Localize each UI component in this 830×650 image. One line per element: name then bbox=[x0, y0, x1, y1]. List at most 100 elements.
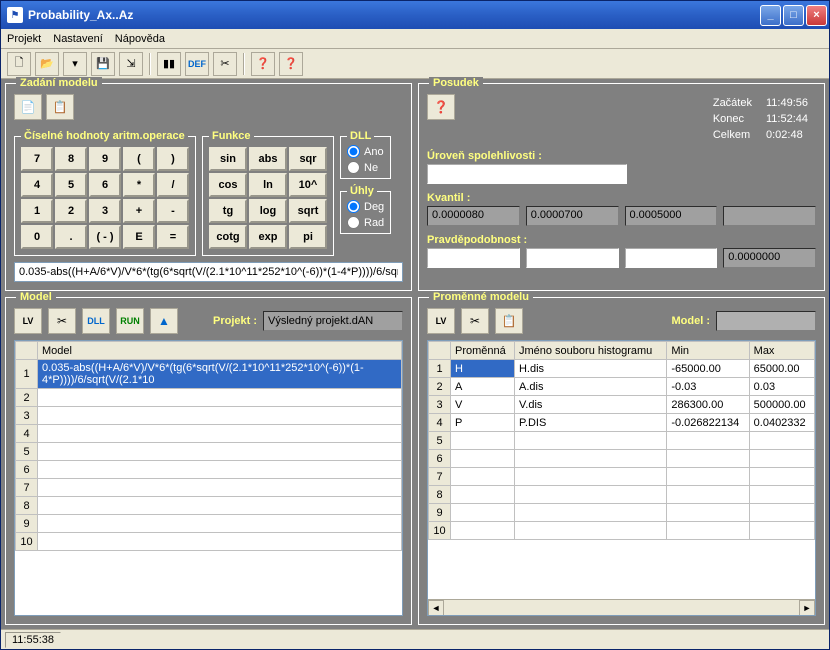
exit-icon[interactable]: ⇲ bbox=[119, 52, 143, 76]
vars-cell[interactable] bbox=[749, 522, 814, 540]
vars-cell[interactable]: 0.03 bbox=[749, 378, 814, 396]
vars-cell[interactable]: 0.0402332 bbox=[749, 414, 814, 432]
pravd-0[interactable] bbox=[427, 248, 520, 268]
vars-cell[interactable]: H.dis bbox=[514, 360, 666, 378]
func-cos[interactable]: cos bbox=[209, 173, 247, 197]
def-button[interactable]: DEF bbox=[185, 52, 209, 76]
vars-cell[interactable] bbox=[451, 504, 515, 522]
key-2[interactable]: 2 bbox=[55, 199, 87, 223]
key-0[interactable]: 0 bbox=[21, 225, 53, 249]
vars-cell[interactable]: A.dis bbox=[514, 378, 666, 396]
key-6[interactable]: 6 bbox=[89, 173, 121, 197]
chart-icon[interactable]: ▮▮ bbox=[157, 52, 181, 76]
table-cell[interactable] bbox=[38, 389, 402, 407]
vars-cell[interactable] bbox=[667, 522, 749, 540]
vars-cell[interactable] bbox=[749, 468, 814, 486]
table-cell[interactable] bbox=[38, 533, 402, 551]
vars-row-3-head[interactable]: 3 bbox=[429, 396, 451, 414]
vars-cell[interactable]: A bbox=[451, 378, 515, 396]
vars-row-4-head[interactable]: 4 bbox=[429, 414, 451, 432]
key-9[interactable]: 9 bbox=[89, 147, 121, 171]
maximize-button[interactable]: □ bbox=[783, 5, 804, 26]
radio-rad[interactable]: Rad bbox=[347, 216, 384, 229]
func-log[interactable]: log bbox=[249, 199, 287, 223]
save-icon[interactable]: 💾 bbox=[91, 52, 115, 76]
vars-cell[interactable] bbox=[667, 450, 749, 468]
row-6-head[interactable]: 6 bbox=[16, 461, 38, 479]
vars-cell[interactable]: 500000.00 bbox=[749, 396, 814, 414]
vars-cell[interactable]: P bbox=[451, 414, 515, 432]
func-tg[interactable]: tg bbox=[209, 199, 247, 223]
dropdown-icon[interactable]: ▾ bbox=[63, 52, 87, 76]
vars-cell[interactable] bbox=[451, 432, 515, 450]
func-10^[interactable]: 10^ bbox=[289, 173, 327, 197]
func-abs[interactable]: abs bbox=[249, 147, 287, 171]
triangle-up-icon[interactable]: ▲ bbox=[150, 308, 178, 334]
vars-cell[interactable] bbox=[451, 522, 515, 540]
lv-button[interactable]: LV bbox=[14, 308, 42, 334]
posudek-help-icon[interactable]: ❓ bbox=[427, 94, 455, 120]
vars-row-5-head[interactable]: 5 bbox=[429, 432, 451, 450]
radio-rad-input[interactable] bbox=[347, 216, 360, 229]
vars-hscroll[interactable]: ◄ ► bbox=[428, 599, 815, 615]
func-ln[interactable]: ln bbox=[249, 173, 287, 197]
key-E[interactable]: E bbox=[123, 225, 155, 249]
radio-ano-input[interactable] bbox=[347, 145, 360, 158]
func-sqr[interactable]: sqr bbox=[289, 147, 327, 171]
new-file-icon[interactable]: 🗋 bbox=[7, 52, 31, 76]
vars-cell[interactable]: V bbox=[451, 396, 515, 414]
vars-cell[interactable] bbox=[514, 504, 666, 522]
vars-row-9-head[interactable]: 9 bbox=[429, 504, 451, 522]
key-8[interactable]: 8 bbox=[55, 147, 87, 171]
vars-row-8-head[interactable]: 8 bbox=[429, 486, 451, 504]
scroll-left-icon[interactable]: ◄ bbox=[428, 600, 444, 616]
vars-cell[interactable] bbox=[749, 450, 814, 468]
key--[interactable]: - bbox=[157, 199, 189, 223]
radio-deg[interactable]: Deg bbox=[347, 200, 384, 213]
vars-cell[interactable]: -0.03 bbox=[667, 378, 749, 396]
vars-cell[interactable]: P.DIS bbox=[514, 414, 666, 432]
func-sin[interactable]: sin bbox=[209, 147, 247, 171]
row-8-head[interactable]: 8 bbox=[16, 497, 38, 515]
vars-cell[interactable]: 65000.00 bbox=[749, 360, 814, 378]
scroll-right-icon[interactable]: ► bbox=[799, 600, 815, 616]
model-row-1[interactable]: 0.035-abs((H+A/6*V)/V*6*(tg(6*sqrt(V/(2.… bbox=[38, 360, 402, 389]
key-5[interactable]: 5 bbox=[55, 173, 87, 197]
table-cell[interactable] bbox=[38, 425, 402, 443]
vars-row-10-head[interactable]: 10 bbox=[429, 522, 451, 540]
cut-button[interactable]: ✂ bbox=[48, 308, 76, 334]
help-u-icon[interactable]: ❓ bbox=[251, 52, 275, 76]
table-cell[interactable] bbox=[38, 461, 402, 479]
vars-cell[interactable] bbox=[514, 522, 666, 540]
key-( - )[interactable]: ( - ) bbox=[89, 225, 121, 249]
uroven-field[interactable] bbox=[427, 164, 627, 184]
vars-cell[interactable]: 286300.00 bbox=[667, 396, 749, 414]
key-=[interactable]: = bbox=[157, 225, 189, 249]
key-3[interactable]: 3 bbox=[89, 199, 121, 223]
menu-nastaveni[interactable]: Nastavení bbox=[53, 33, 103, 45]
key-*[interactable]: * bbox=[123, 173, 155, 197]
vars-cell[interactable] bbox=[749, 504, 814, 522]
minimize-button[interactable]: _ bbox=[760, 5, 781, 26]
key-([interactable]: ( bbox=[123, 147, 155, 171]
help-p-icon[interactable]: ❓ bbox=[279, 52, 303, 76]
col-jmeno[interactable]: Jméno souboru histogramu bbox=[514, 342, 666, 360]
vars-cell[interactable] bbox=[749, 432, 814, 450]
paste-button-2[interactable]: 📋 bbox=[495, 308, 523, 334]
table-cell[interactable] bbox=[38, 497, 402, 515]
row-4-head[interactable]: 4 bbox=[16, 425, 38, 443]
cut-icon[interactable]: ✂ bbox=[213, 52, 237, 76]
vars-cell[interactable] bbox=[451, 468, 515, 486]
vars-cell[interactable] bbox=[667, 504, 749, 522]
pravd-2[interactable] bbox=[625, 248, 718, 268]
key-.[interactable]: . bbox=[55, 225, 87, 249]
col-promenna[interactable]: Proměnná bbox=[451, 342, 515, 360]
dll-button[interactable]: DLL bbox=[82, 308, 110, 334]
func-sqrt[interactable]: sqrt bbox=[289, 199, 327, 223]
pravd-1[interactable] bbox=[526, 248, 619, 268]
key-7[interactable]: 7 bbox=[21, 147, 53, 171]
vars-cell[interactable] bbox=[667, 486, 749, 504]
col-min[interactable]: Min bbox=[667, 342, 749, 360]
vars-row-1-head[interactable]: 1 bbox=[429, 360, 451, 378]
row-5-head[interactable]: 5 bbox=[16, 443, 38, 461]
